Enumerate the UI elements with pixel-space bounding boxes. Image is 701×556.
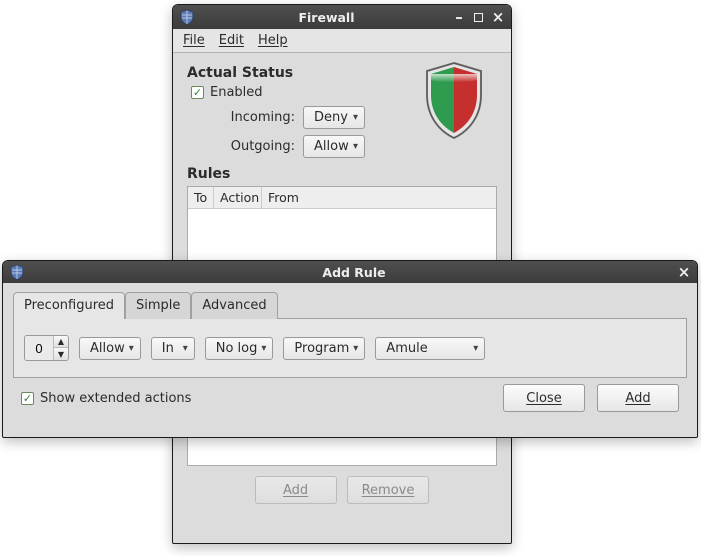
program-select[interactable]: Amule▾ (375, 337, 485, 360)
direction-select[interactable]: In▾ (151, 337, 195, 360)
dialog-close-button[interactable]: Close (503, 384, 585, 412)
log-select[interactable]: No log▾ (205, 337, 274, 360)
show-extended-label: Show extended actions (40, 391, 191, 406)
tab-advanced[interactable]: Advanced (191, 292, 277, 319)
tab-simple[interactable]: Simple (125, 292, 191, 319)
spin-up-icon[interactable]: ▲ (54, 336, 68, 348)
minimize-button[interactable] (452, 10, 466, 24)
chevron-down-icon: ▾ (353, 112, 358, 123)
dialog-title: Add Rule (31, 265, 677, 280)
spin-down-icon[interactable]: ▼ (54, 348, 68, 360)
enabled-label: Enabled (210, 85, 263, 100)
chevron-down-icon: ▾ (183, 343, 188, 354)
chevron-down-icon: ▾ (353, 141, 358, 152)
chevron-down-icon: ▾ (353, 343, 358, 354)
chevron-down-icon: ▾ (473, 343, 478, 354)
shield-icon (421, 61, 487, 145)
menu-file[interactable]: File (183, 33, 205, 48)
incoming-label: Incoming: (223, 110, 295, 125)
rules-remove-button: Remove (347, 476, 430, 504)
rules-col-action[interactable]: Action (214, 187, 262, 208)
app-icon (179, 9, 195, 25)
rules-col-from[interactable]: From (262, 187, 496, 208)
priority-input[interactable] (25, 336, 53, 360)
maximize-button[interactable] (474, 13, 483, 22)
chevron-down-icon: ▾ (129, 343, 134, 354)
dialog-add-button[interactable]: Add (597, 384, 679, 412)
tab-preconfigured[interactable]: Preconfigured (13, 292, 125, 319)
rules-add-button: Add (255, 476, 337, 504)
close-window-button[interactable] (491, 10, 505, 24)
priority-spinner[interactable]: ▲ ▼ (24, 335, 69, 361)
outgoing-select[interactable]: Allow ▾ (303, 135, 365, 158)
chevron-down-icon: ▾ (261, 343, 266, 354)
rules-col-to[interactable]: To (188, 187, 214, 208)
kind-select[interactable]: Program▾ (283, 337, 365, 360)
close-dialog-button[interactable] (677, 265, 691, 279)
rules-section-title: Rules (187, 166, 497, 182)
policy-select[interactable]: Allow▾ (79, 337, 141, 360)
app-icon (9, 264, 25, 280)
menu-help[interactable]: Help (258, 33, 288, 48)
show-extended-checkbox[interactable] (21, 392, 34, 405)
outgoing-label: Outgoing: (223, 139, 295, 154)
menu-edit[interactable]: Edit (219, 33, 244, 48)
enabled-checkbox[interactable] (191, 86, 204, 99)
window-title: Firewall (201, 10, 452, 25)
incoming-select[interactable]: Deny ▾ (303, 106, 365, 129)
